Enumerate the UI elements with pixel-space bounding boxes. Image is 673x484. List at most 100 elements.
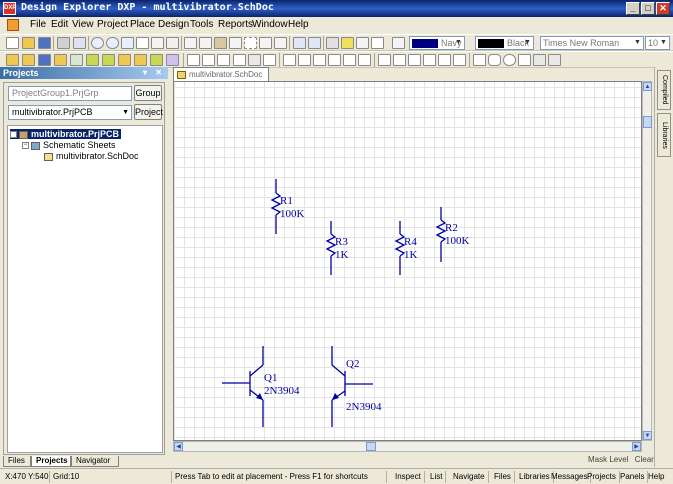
status-panel-list[interactable]: List	[427, 471, 447, 483]
wire-icon[interactable]	[187, 54, 200, 66]
browse-icon[interactable]	[341, 37, 354, 49]
print-preview-icon[interactable]	[73, 37, 86, 49]
status-panel-inspect[interactable]: Inspect	[392, 471, 425, 483]
tab-navigator[interactable]: Navigator	[71, 456, 119, 467]
q2-designator[interactable]: Q2	[346, 358, 359, 370]
place-part-icon[interactable]	[283, 54, 296, 66]
q1-designator[interactable]: Q1	[264, 372, 277, 384]
zoom-document-icon[interactable]	[136, 37, 149, 49]
library-icon[interactable]	[86, 54, 99, 66]
text-frame-icon[interactable]	[453, 54, 466, 66]
ground-icon[interactable]	[263, 54, 276, 66]
tree-node-schematic-sheets[interactable]: − Schematic Sheets	[22, 140, 116, 150]
pie-icon[interactable]	[518, 54, 531, 66]
tab-libraries[interactable]: Libraries	[657, 113, 671, 157]
component-icon[interactable]	[102, 54, 115, 66]
fill-color-combo[interactable]: Black ▼	[475, 36, 534, 50]
save-icon[interactable]	[38, 37, 51, 49]
collapse-icon[interactable]: −	[10, 131, 17, 139]
menu-help[interactable]: Help	[288, 19, 309, 30]
rectangle-icon[interactable]	[473, 54, 486, 66]
menu-project[interactable]: Project	[97, 19, 128, 30]
vertical-scroll-thumb[interactable]	[643, 116, 652, 128]
folder-icon[interactable]	[118, 54, 131, 66]
vertical-scrollbar[interactable]: ▲ ▼	[642, 81, 652, 441]
project-options-icon[interactable]	[70, 54, 83, 66]
power-port-icon[interactable]	[248, 54, 261, 66]
r3-designator[interactable]: R3	[335, 236, 348, 248]
add-folder-icon[interactable]	[54, 54, 67, 66]
scroll-left-icon[interactable]: ◀	[174, 442, 183, 451]
graphic-icon[interactable]	[533, 54, 546, 66]
r3-value[interactable]: 1K	[335, 249, 349, 261]
text-icon[interactable]	[438, 54, 451, 66]
cross-probe-icon[interactable]	[166, 37, 179, 49]
move-selection-icon[interactable]	[259, 37, 272, 49]
save-all-icon[interactable]	[38, 54, 51, 66]
menu-file[interactable]: File	[30, 19, 46, 30]
directive-icon[interactable]	[358, 54, 371, 66]
font-combo[interactable]: Times New Roman ▼	[540, 36, 644, 50]
menu-reports[interactable]: Reports	[218, 19, 253, 30]
paste-icon[interactable]	[214, 37, 227, 49]
tree-node-project[interactable]: − multivibrator.PrjPCB	[10, 129, 122, 139]
compile-icon[interactable]	[356, 37, 369, 49]
deselect-icon[interactable]	[274, 37, 287, 49]
cut-icon[interactable]	[184, 37, 197, 49]
clear-button[interactable]: Clear	[635, 455, 654, 464]
horizontal-scroll-thumb[interactable]	[366, 442, 376, 451]
scroll-right-icon[interactable]: ▶	[632, 442, 641, 451]
status-panel-navigate[interactable]: Navigate	[450, 471, 489, 483]
sheet-entry-icon[interactable]	[313, 54, 326, 66]
select-area-icon[interactable]	[244, 37, 257, 49]
menu-place[interactable]: Place	[130, 19, 155, 30]
r1-designator[interactable]: R1	[280, 195, 293, 207]
bus-entry-icon[interactable]	[233, 54, 246, 66]
open-document-icon[interactable]	[22, 54, 35, 66]
menu-tools[interactable]: Tools	[190, 19, 213, 30]
tab-compiled[interactable]: Compiled	[657, 70, 671, 110]
port-icon[interactable]	[328, 54, 341, 66]
resistor-r3[interactable]	[325, 221, 337, 275]
maximize-button[interactable]: □	[641, 2, 655, 15]
status-panel-help[interactable]: Help	[645, 471, 667, 483]
open-folder-icon[interactable]	[22, 37, 35, 49]
schematic-canvas[interactable]: R1 100K R3 1K R4 1K R2 100K Q1 2N3904 Q2…	[173, 81, 642, 441]
resistor-r4[interactable]	[394, 221, 406, 275]
project-button[interactable]: Project	[134, 104, 163, 120]
arc-icon[interactable]	[408, 54, 421, 66]
zoom-area-icon[interactable]	[106, 37, 119, 49]
copy-icon[interactable]	[199, 37, 212, 49]
q1-value[interactable]: 2N3904	[264, 385, 300, 397]
zoom-fit-icon[interactable]	[91, 37, 104, 49]
browse-folder-icon[interactable]	[134, 54, 147, 66]
undo-icon[interactable]	[293, 37, 306, 49]
sheet-symbol-icon[interactable]	[298, 54, 311, 66]
transistor-q1[interactable]	[222, 346, 264, 427]
polygon-icon[interactable]	[393, 54, 406, 66]
r4-value[interactable]: 1K	[404, 249, 418, 261]
tab-files[interactable]: Files	[3, 456, 31, 467]
q2-value[interactable]: 2N3904	[346, 401, 382, 413]
zoom-selected-icon[interactable]	[121, 37, 134, 49]
no-erc-icon[interactable]	[343, 54, 356, 66]
ellipse-icon[interactable]	[503, 54, 516, 66]
tab-projects[interactable]: Projects	[31, 456, 71, 467]
r2-value[interactable]: 100K	[445, 235, 470, 247]
r4-designator[interactable]: R4	[404, 236, 417, 248]
bus-icon[interactable]	[202, 54, 215, 66]
redo-icon[interactable]	[308, 37, 321, 49]
new-icon[interactable]	[6, 37, 19, 49]
hierarchy-icon[interactable]	[326, 37, 339, 49]
zoom-dirty-icon[interactable]	[151, 37, 164, 49]
menu-design[interactable]: Design	[158, 19, 189, 30]
font-size-combo[interactable]: 10 ▼	[645, 36, 670, 50]
rubber-stamp-icon[interactable]	[229, 37, 242, 49]
project-dropdown[interactable]: multivibrator.PrjPCB ▼	[8, 105, 132, 120]
array-paste-icon[interactable]	[548, 54, 561, 66]
status-panel-panels[interactable]: Panels	[617, 471, 649, 483]
dxp-menu-icon[interactable]	[7, 19, 19, 31]
minimize-button[interactable]: _	[626, 2, 640, 15]
workspace-button[interactable]: Group	[134, 85, 162, 101]
bezier-icon[interactable]	[423, 54, 436, 66]
